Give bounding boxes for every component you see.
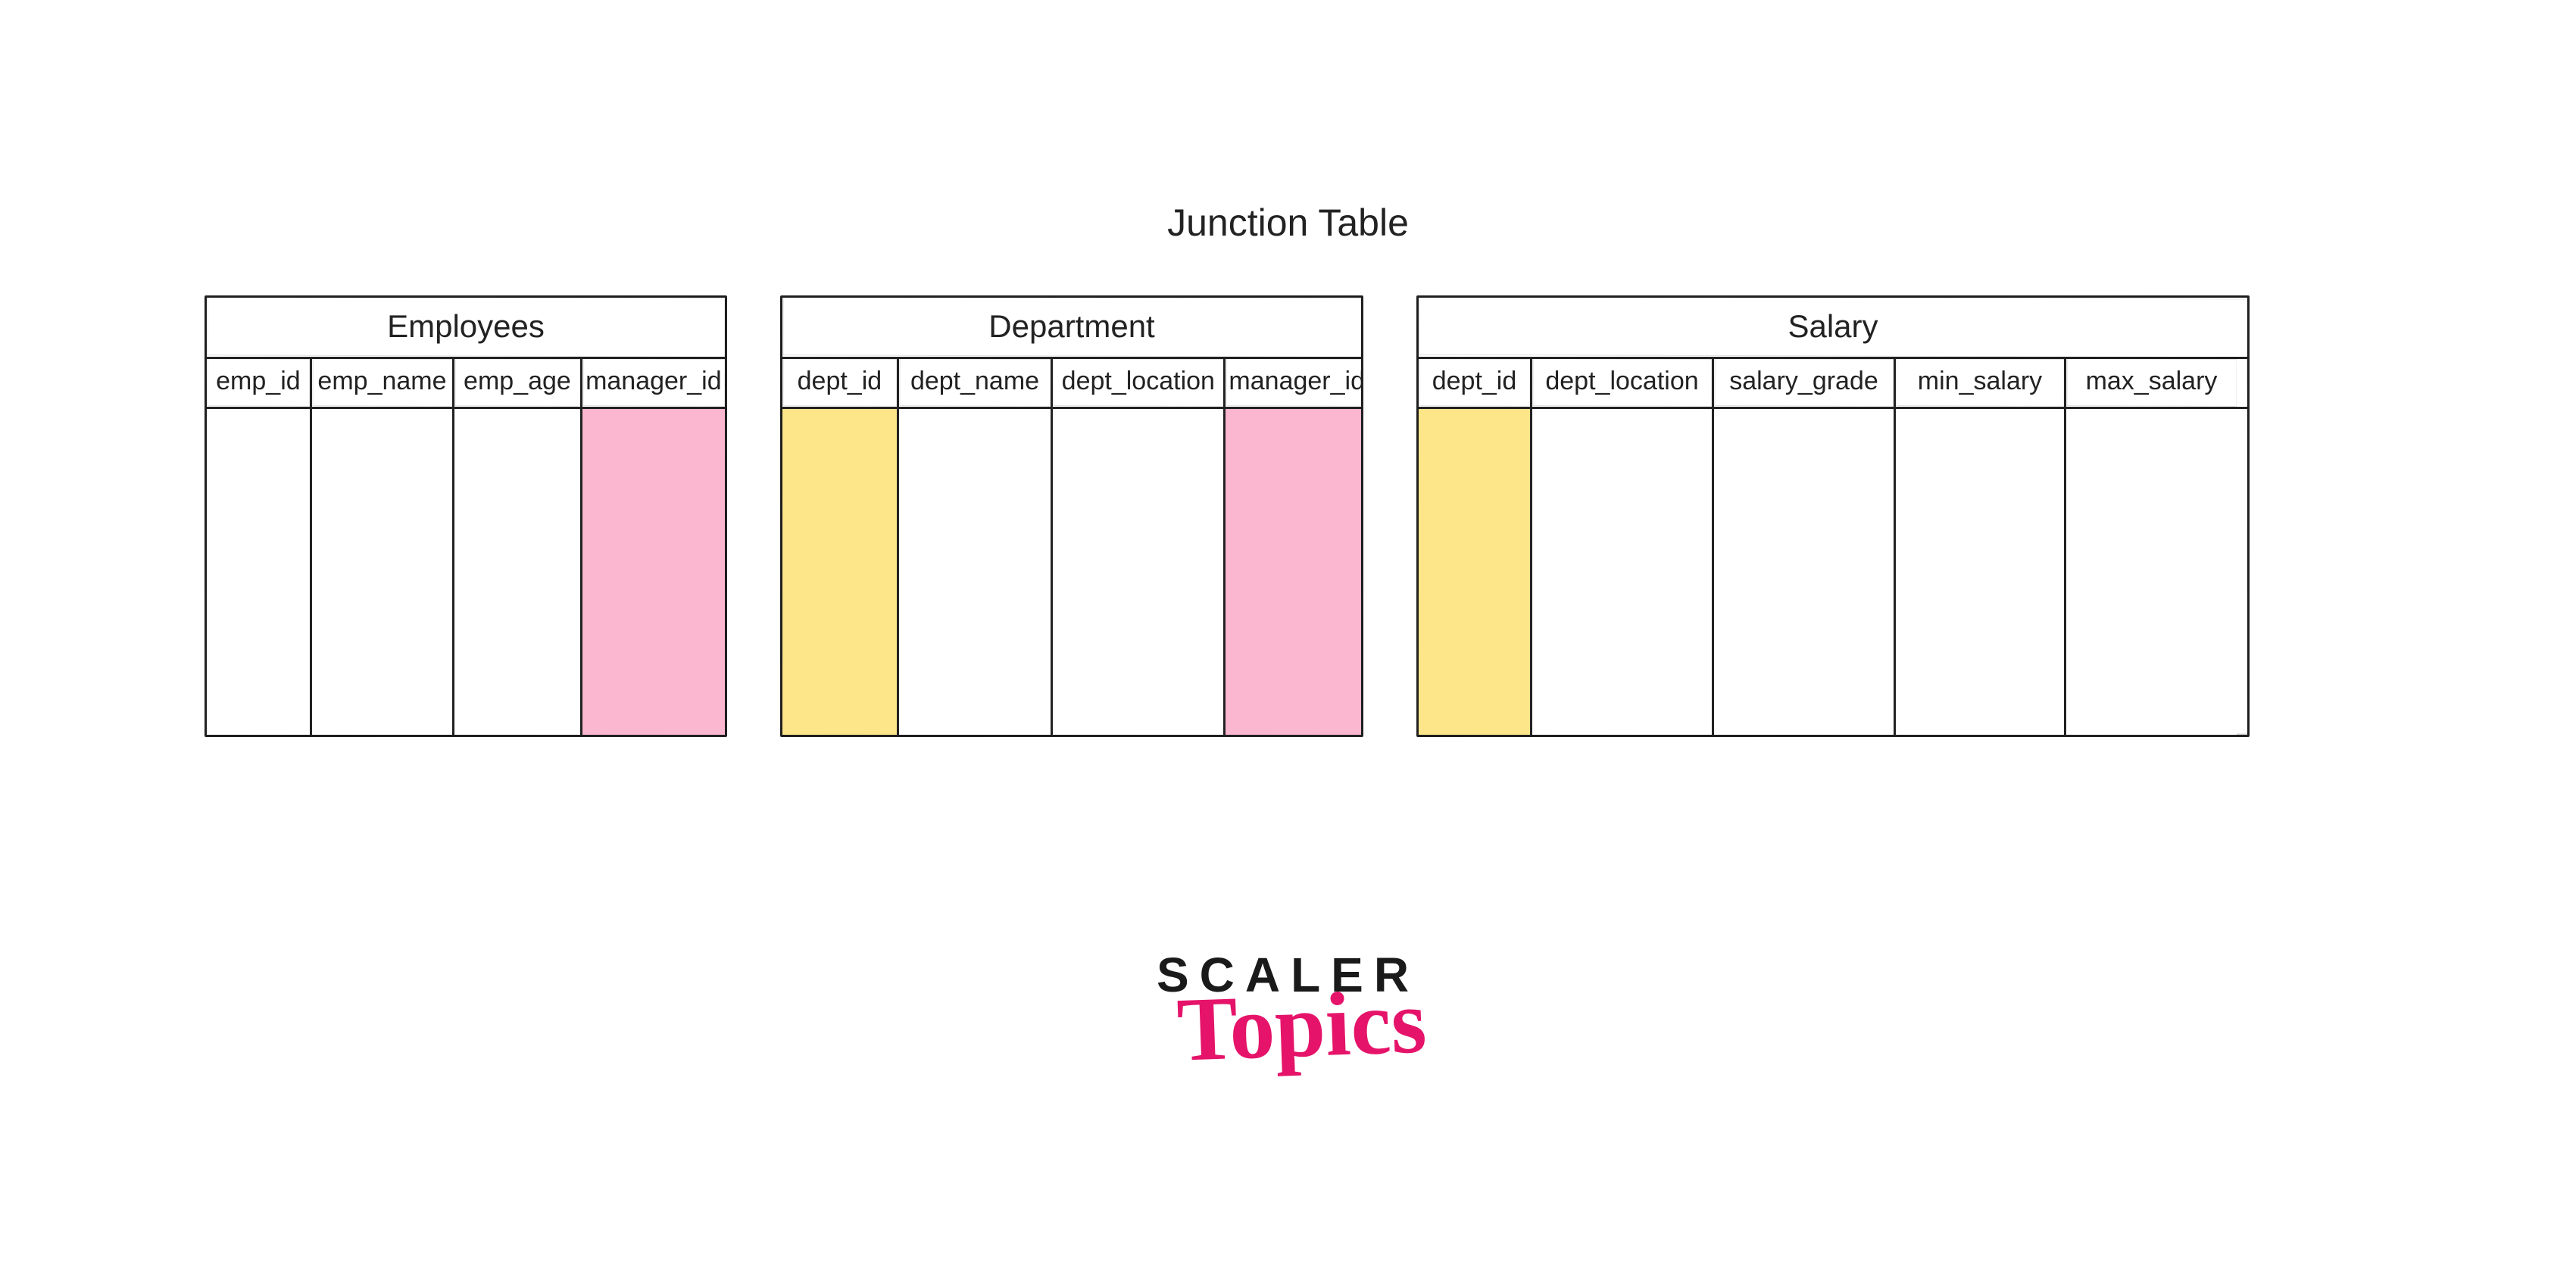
column-header: emp_name [312,359,454,407]
column-body [454,409,582,735]
column-header: dept_location [1532,359,1714,407]
table-columns-row: emp_id emp_name emp_age manager_id [207,359,725,409]
column-header: dept_id [1419,359,1532,407]
logo-text-topics: Topics [1176,980,1428,1070]
table-title: Salary [1419,298,2247,359]
table-columns-row: dept_id dept_location salary_grade min_s… [1419,359,2247,409]
column-body [1532,409,1714,735]
column-header: min_salary [1896,359,2066,407]
column-header: dept_name [899,359,1053,407]
column-header: emp_age [454,359,582,407]
diagram-title: Junction Table [0,201,2576,245]
table-title: Department [782,298,1361,359]
column-header: manager_id [582,359,725,407]
column-body [1896,409,2066,735]
column-header: manager_id [1226,359,1361,407]
column-header: dept_id [782,359,899,407]
column-header: emp_id [207,359,312,407]
table-body [207,409,725,735]
table-employees: Employees emp_id emp_name emp_age manage… [205,295,727,737]
brand-logo: SCALER Topics [0,947,2576,1067]
column-header: dept_location [1053,359,1226,407]
column-body [207,409,312,735]
column-header: salary_grade [1714,359,1896,407]
table-department: Department dept_id dept_name dept_locati… [780,295,1363,737]
column-header: max_salary [2066,359,2237,407]
column-body-highlight-pink [1226,409,1361,735]
column-body-highlight-pink [582,409,725,735]
column-body [312,409,454,735]
column-body [1053,409,1226,735]
table-columns-row: dept_id dept_name dept_location manager_… [782,359,1361,409]
column-body-highlight-yellow [1419,409,1532,735]
tables-container: Employees emp_id emp_name emp_age manage… [205,295,2478,737]
diagram-canvas: Junction Table Employees emp_id emp_name… [0,0,2576,1287]
table-body [1419,409,2247,735]
column-body-highlight-yellow [782,409,899,735]
column-body [2066,409,2237,735]
table-title: Employees [207,298,725,359]
table-salary: Salary dept_id dept_location salary_grad… [1416,295,2250,737]
column-body [1714,409,1896,735]
column-body [899,409,1053,735]
table-body [782,409,1361,735]
